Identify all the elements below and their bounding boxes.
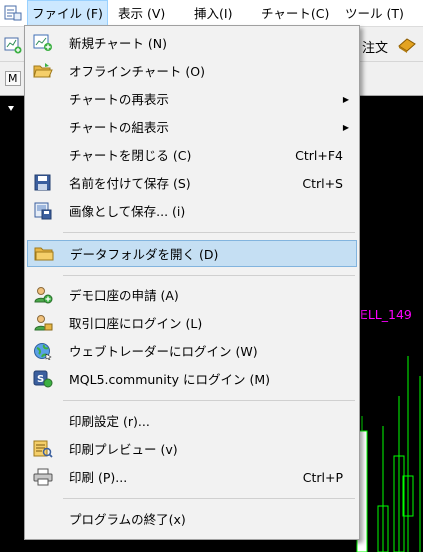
menu-item-label: チャートの組表示 — [69, 120, 169, 135]
print-preview-icon — [33, 440, 53, 458]
menu-item-label: ウェブトレーダーにログイン (W) — [69, 344, 258, 359]
menu-item-print-preview[interactable]: 印刷プレビュー (v) — [27, 436, 357, 463]
printer-icon — [33, 468, 53, 486]
login-icon — [33, 314, 53, 332]
menu-item-label: デモ口座の申請 (A) — [69, 288, 179, 303]
menu-item-login-web-trader[interactable]: ウェブトレーダーにログイン (W) — [27, 338, 357, 365]
menu-insert[interactable]: 挿入(I) — [194, 0, 232, 27]
menu-separator — [63, 275, 355, 276]
folder-open-icon — [33, 62, 53, 80]
save-icon — [33, 174, 53, 192]
submenu-arrow-icon: ▶ — [342, 123, 349, 132]
menu-separator — [63, 232, 355, 233]
menu-item-print[interactable]: 印刷 (P)... Ctrl+P — [27, 464, 357, 491]
menu-item-label: 取引口座にログイン (L) — [69, 316, 203, 331]
menu-item-shortcut: Ctrl+F4 — [295, 148, 343, 163]
menu-item-label: チャートを閉じる (C) — [69, 148, 192, 163]
menu-item-label: 印刷 (P)... — [69, 470, 128, 485]
submenu-arrow-icon: ▶ — [342, 95, 349, 104]
file-menu: 新規チャート (N) オフラインチャート (O) チャートの再表示 ▶ チャート… — [24, 25, 360, 540]
menu-item-shortcut: Ctrl+P — [302, 470, 343, 485]
menu-item-exit[interactable]: プログラムの終了(x) — [27, 506, 357, 533]
menu-item-label: 名前を付けて保存 (S) — [69, 176, 191, 191]
new-chart-icon[interactable] — [4, 36, 22, 57]
menu-item-save-as[interactable]: 名前を付けて保存 (S) Ctrl+S — [27, 170, 357, 197]
menu-item-label: 印刷プレビュー (v) — [69, 442, 178, 457]
menu-item-save-as-picture[interactable]: 画像として保存... (i) — [27, 198, 357, 225]
mql5-icon: S — [33, 370, 53, 388]
chart-order-label: SELL_149 — [352, 307, 412, 322]
folder-icon — [34, 245, 54, 263]
menubar: ファイル (F) 表示 (V) 挿入(I) チャート(C) ツール (T) — [0, 0, 423, 27]
menu-tools[interactable]: ツール (T) — [345, 0, 404, 27]
menu-item-offline-chart[interactable]: オフラインチャート (O) — [27, 58, 357, 85]
menu-item-label: 画像として保存... (i) — [69, 204, 186, 219]
file-menu-icon[interactable] — [4, 5, 22, 21]
new-chart-icon — [33, 34, 53, 52]
menu-item-label: プログラムの終了(x) — [69, 512, 186, 527]
svg-text:S: S — [37, 374, 44, 385]
menu-separator — [63, 400, 355, 401]
menu-separator — [63, 498, 355, 499]
menu-item-label: 印刷設定 (r)... — [69, 414, 150, 429]
menu-item-open-demo-account[interactable]: デモ口座の申請 (A) — [27, 282, 357, 309]
save-image-icon — [33, 202, 53, 220]
menu-item-label: チャートの再表示 — [69, 92, 169, 107]
menu-item-open-data-folder[interactable]: データフォルダを開く (D) — [27, 240, 357, 267]
menu-item-label: オフラインチャート (O) — [69, 64, 205, 79]
timeframe-button[interactable]: M — [5, 71, 21, 86]
menu-item-page-setup[interactable]: 印刷設定 (r)... — [27, 408, 357, 435]
menu-item-reopen-chart[interactable]: チャートの再表示 ▶ — [27, 86, 357, 113]
menu-item-login-trade-account[interactable]: 取引口座にログイン (L) — [27, 310, 357, 337]
menu-file[interactable]: ファイル (F) — [27, 0, 108, 27]
menu-view[interactable]: 表示 (V) — [118, 0, 165, 27]
expert-advisor-icon[interactable] — [397, 36, 417, 57]
menu-item-new-chart[interactable]: 新規チャート (N) — [27, 30, 357, 57]
web-trader-icon — [33, 342, 53, 361]
menu-item-shortcut: Ctrl+S — [302, 176, 343, 191]
menu-item-label: MQL5.community にログイン (M) — [69, 372, 270, 387]
menu-item-label: データフォルダを開く (D) — [70, 247, 219, 262]
menu-chart[interactable]: チャート(C) — [261, 0, 329, 27]
order-button[interactable]: 注文 — [362, 37, 388, 56]
menu-item-close-chart[interactable]: チャートを閉じる (C) Ctrl+F4 — [27, 142, 357, 169]
menu-item-label: 新規チャート (N) — [69, 36, 167, 51]
menu-item-login-mql5[interactable]: S MQL5.community にログイン (M) — [27, 366, 357, 393]
menu-item-chart-profiles[interactable]: チャートの組表示 ▶ — [27, 114, 357, 141]
terminal-window: ファイル (F) 表示 (V) 挿入(I) チャート(C) ツール (T) 注文… — [0, 0, 423, 552]
demo-account-icon — [33, 286, 53, 304]
